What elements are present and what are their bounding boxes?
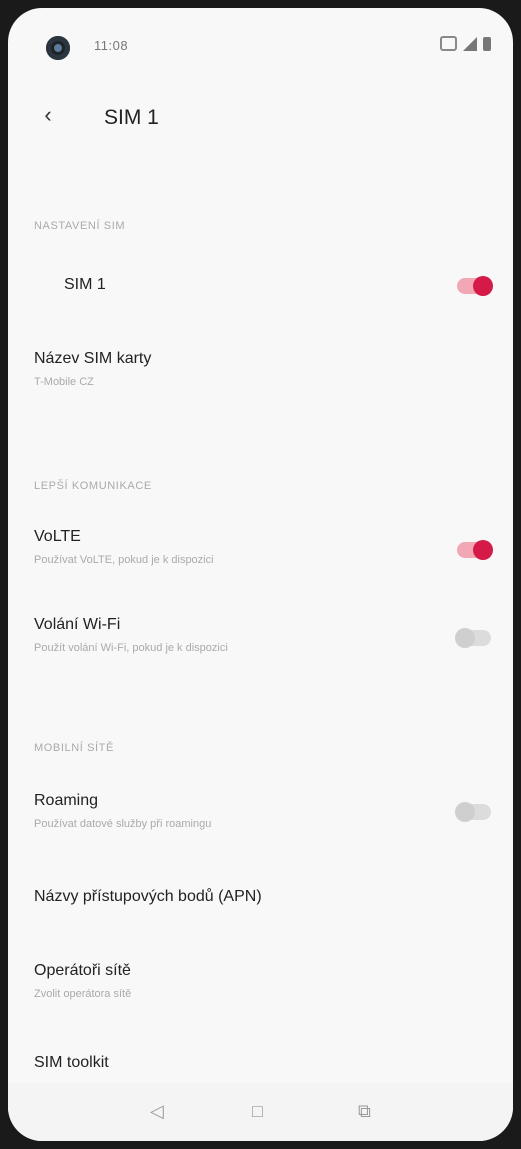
toggle-knob bbox=[473, 540, 493, 560]
sim1-toggle[interactable] bbox=[457, 276, 493, 296]
network-operator-description: Zvolit operátora sítě bbox=[34, 988, 132, 1000]
volte-description: Používat VoLTE, pokud je k dispozici bbox=[34, 554, 214, 566]
status-bar: 11:08 bbox=[8, 8, 513, 76]
roaming-label: Roaming bbox=[34, 792, 99, 809]
app-header: ‹ SIM 1 bbox=[8, 88, 513, 152]
setting-row-wifi-calling[interactable]: Volání Wi-Fi Použít volání Wi-Fi, pokud … bbox=[8, 602, 513, 672]
wifi-calling-label: Volání Wi-Fi bbox=[34, 616, 121, 633]
sim-name-value: T-Mobile CZ bbox=[34, 376, 94, 388]
setting-row-sim-name[interactable]: Název SIM karty T-Mobile CZ bbox=[8, 338, 513, 408]
roaming-toggle[interactable] bbox=[455, 802, 491, 822]
toggle-knob bbox=[473, 276, 493, 296]
setting-row-apn[interactable]: Názvy přístupových bodů (APN) bbox=[8, 870, 513, 926]
front-camera bbox=[46, 36, 70, 60]
wifi-calling-toggle[interactable] bbox=[455, 628, 491, 648]
signal-icon bbox=[463, 36, 477, 51]
sim1-label: SIM 1 bbox=[64, 276, 106, 293]
phone-frame: 11:08 ‹ SIM 1 NASTAVENÍ SIM SIM 1 Název … bbox=[0, 0, 521, 1149]
nav-home-icon[interactable]: □ bbox=[252, 1101, 263, 1122]
page-title: SIM 1 bbox=[104, 106, 159, 129]
section-header-mobile-networks: MOBILNÍ SÍTĚ bbox=[34, 742, 114, 754]
back-button[interactable]: ‹ bbox=[34, 102, 62, 130]
sim-toolkit-label: SIM toolkit bbox=[34, 1054, 109, 1071]
wifi-calling-description: Použít volání Wi-Fi, pokud je k dispozic… bbox=[34, 642, 228, 654]
setting-row-network-operator[interactable]: Operátoři sítě Zvolit operátora sítě bbox=[8, 948, 513, 1018]
navigation-bar: ◁ □ ⧉ bbox=[8, 1083, 513, 1141]
status-icons bbox=[440, 36, 491, 51]
toggle-knob bbox=[455, 802, 475, 822]
section-header-call-settings: LEPŠÍ KOMUNIKACE bbox=[34, 480, 152, 492]
volte-label: VoLTE bbox=[34, 528, 81, 545]
section-header-sim-settings: NASTAVENÍ SIM bbox=[34, 220, 126, 232]
setting-row-sim1[interactable]: SIM 1 bbox=[8, 256, 513, 316]
nav-recents-icon[interactable]: ⧉ bbox=[358, 1101, 371, 1122]
battery-icon bbox=[483, 36, 491, 51]
screen: 11:08 ‹ SIM 1 NASTAVENÍ SIM SIM 1 Název … bbox=[8, 8, 513, 1141]
setting-row-sim-toolkit[interactable]: SIM toolkit bbox=[8, 1036, 513, 1084]
setting-row-roaming[interactable]: Roaming Používat datové služby při roami… bbox=[8, 778, 513, 848]
wifi-icon bbox=[440, 36, 457, 51]
setting-row-volte[interactable]: VoLTE Používat VoLTE, pokud je k dispozi… bbox=[8, 514, 513, 584]
sim-name-label: Název SIM karty bbox=[34, 350, 152, 367]
status-clock: 11:08 bbox=[94, 38, 129, 53]
toggle-knob bbox=[455, 628, 475, 648]
apn-label: Názvy přístupových bodů (APN) bbox=[34, 888, 262, 905]
nav-back-icon[interactable]: ◁ bbox=[150, 1101, 164, 1122]
network-operator-label: Operátoři sítě bbox=[34, 962, 131, 979]
volte-toggle[interactable] bbox=[457, 540, 493, 560]
roaming-description: Používat datové služby při roamingu bbox=[34, 818, 212, 830]
